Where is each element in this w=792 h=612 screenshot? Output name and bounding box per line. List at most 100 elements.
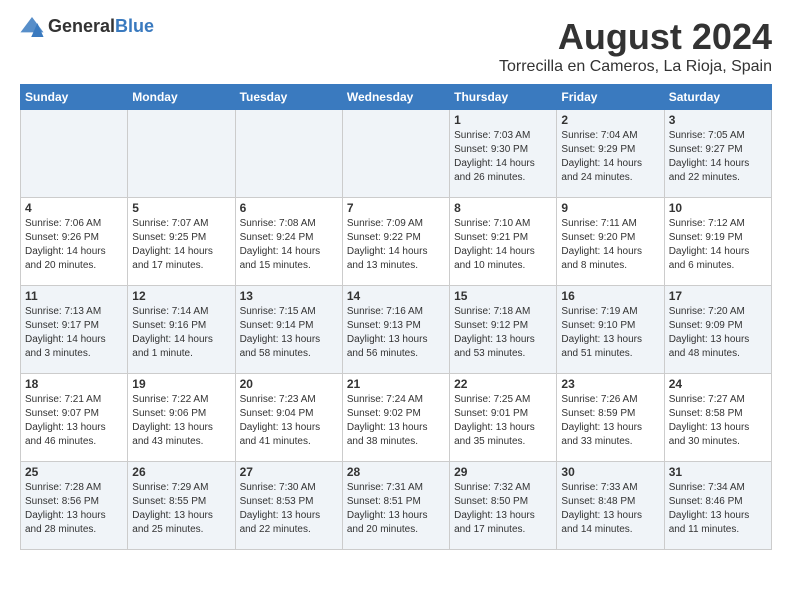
calendar-cell: 29 Sunrise: 7:32 AM Sunset: 8:50 PM Dayli… xyxy=(450,462,557,550)
day-info: Sunrise: 7:23 AM Sunset: 9:04 PM Dayligh… xyxy=(240,393,338,449)
day-number: 8 xyxy=(454,201,552,215)
day-info: Sunrise: 7:31 AM Sunset: 8:51 PM Dayligh… xyxy=(347,481,445,537)
days-of-week-row: SundayMondayTuesdayWednesdayThursdayFrid… xyxy=(21,85,772,110)
day-header-wednesday: Wednesday xyxy=(342,85,449,110)
day-info: Sunrise: 7:15 AM Sunset: 9:14 PM Dayligh… xyxy=(240,305,338,361)
day-info: Sunrise: 7:18 AM Sunset: 9:12 PM Dayligh… xyxy=(454,305,552,361)
day-number: 11 xyxy=(25,289,123,303)
calendar-cell: 18Sunrise: 7:21 AM Sunset: 9:07 PM Dayli… xyxy=(21,374,128,462)
day-info: Sunrise: 7:06 AM Sunset: 9:26 PM Dayligh… xyxy=(25,217,123,273)
calendar-cell: 11Sunrise: 7:13 AM Sunset: 9:17 PM Dayli… xyxy=(21,286,128,374)
day-number: 18 xyxy=(25,377,123,391)
day-info: Sunrise: 7:30 AM Sunset: 8:53 PM Dayligh… xyxy=(240,481,338,537)
day-number: 15 xyxy=(454,289,552,303)
calendar-cell: 14Sunrise: 7:16 AM Sunset: 9:13 PM Dayli… xyxy=(342,286,449,374)
calendar-cell: 12 Sunrise: 7:14 AM Sunset: 9:16 PM Dayli… xyxy=(128,286,235,374)
day-header-friday: Friday xyxy=(557,85,664,110)
day-info: Sunrise: 7:10 AM Sunset: 9:21 PM Dayligh… xyxy=(454,217,552,273)
logo: GeneralBlue xyxy=(20,16,154,37)
calendar-cell: 26Sunrise: 7:29 AM Sunset: 8:55 PM Dayli… xyxy=(128,462,235,550)
day-info: Sunrise: 7:19 AM Sunset: 9:10 PM Dayligh… xyxy=(561,305,659,361)
day-info: Sunrise: 7:25 AM Sunset: 9:01 PM Dayligh… xyxy=(454,393,552,449)
calendar-cell: 22 Sunrise: 7:25 AM Sunset: 9:01 PM Dayli… xyxy=(450,374,557,462)
day-info: Sunrise: 7:27 AM Sunset: 8:58 PM Dayligh… xyxy=(669,393,767,449)
week-row-3: 11Sunrise: 7:13 AM Sunset: 9:17 PM Dayli… xyxy=(21,286,772,374)
day-header-thursday: Thursday xyxy=(450,85,557,110)
week-row-4: 18Sunrise: 7:21 AM Sunset: 9:07 PM Dayli… xyxy=(21,374,772,462)
calendar-cell: 10Sunrise: 7:12 AM Sunset: 9:19 PM Dayli… xyxy=(664,198,771,286)
week-row-2: 4Sunrise: 7:06 AM Sunset: 9:26 PM Daylig… xyxy=(21,198,772,286)
day-number: 31 xyxy=(669,465,767,479)
day-info: Sunrise: 7:20 AM Sunset: 9:09 PM Dayligh… xyxy=(669,305,767,361)
calendar-cell: 24Sunrise: 7:27 AM Sunset: 8:58 PM Dayli… xyxy=(664,374,771,462)
calendar-cell: 3Sunrise: 7:05 AM Sunset: 9:27 PM Daylig… xyxy=(664,110,771,198)
calendar-cell: 13 Sunrise: 7:15 AM Sunset: 9:14 PM Dayli… xyxy=(235,286,342,374)
day-number: 26 xyxy=(132,465,230,479)
day-number: 13 xyxy=(240,289,338,303)
calendar-cell: 25 Sunrise: 7:28 AM Sunset: 8:56 PM Dayli… xyxy=(21,462,128,550)
calendar-cell: 15 Sunrise: 7:18 AM Sunset: 9:12 PM Dayli… xyxy=(450,286,557,374)
location: Torrecilla en Cameros, La Rioja, Spain xyxy=(499,58,772,76)
calendar-cell xyxy=(128,110,235,198)
day-header-tuesday: Tuesday xyxy=(235,85,342,110)
title-area: August 2024 Torrecilla en Cameros, La Ri… xyxy=(499,16,772,76)
day-info: Sunrise: 7:26 AM Sunset: 8:59 PM Dayligh… xyxy=(561,393,659,449)
day-number: 19 xyxy=(132,377,230,391)
calendar-header: SundayMondayTuesdayWednesdayThursdayFrid… xyxy=(21,85,772,110)
month-year: August 2024 xyxy=(499,16,772,58)
calendar-cell: 31Sunrise: 7:34 AM Sunset: 8:46 PM Dayli… xyxy=(664,462,771,550)
day-number: 20 xyxy=(240,377,338,391)
day-number: 12 xyxy=(132,289,230,303)
day-header-sunday: Sunday xyxy=(21,85,128,110)
calendar-cell: 20 Sunrise: 7:23 AM Sunset: 9:04 PM Dayli… xyxy=(235,374,342,462)
day-number: 1 xyxy=(454,113,552,127)
logo-blue: Blue xyxy=(115,16,154,36)
day-info: Sunrise: 7:22 AM Sunset: 9:06 PM Dayligh… xyxy=(132,393,230,449)
day-info: Sunrise: 7:05 AM Sunset: 9:27 PM Dayligh… xyxy=(669,129,767,185)
day-number: 23 xyxy=(561,377,659,391)
day-number: 30 xyxy=(561,465,659,479)
week-row-1: 1 Sunrise: 7:03 AM Sunset: 9:30 PM Daylig… xyxy=(21,110,772,198)
day-number: 29 xyxy=(454,465,552,479)
day-info: Sunrise: 7:28 AM Sunset: 8:56 PM Dayligh… xyxy=(25,481,123,537)
calendar-cell xyxy=(342,110,449,198)
day-number: 5 xyxy=(132,201,230,215)
day-number: 17 xyxy=(669,289,767,303)
calendar-cell: 30 Sunrise: 7:33 AM Sunset: 8:48 PM Dayli… xyxy=(557,462,664,550)
calendar-cell: 21Sunrise: 7:24 AM Sunset: 9:02 PM Dayli… xyxy=(342,374,449,462)
calendar-cell xyxy=(21,110,128,198)
day-number: 7 xyxy=(347,201,445,215)
logo-icon xyxy=(20,17,44,37)
day-number: 21 xyxy=(347,377,445,391)
week-row-5: 25 Sunrise: 7:28 AM Sunset: 8:56 PM Dayli… xyxy=(21,462,772,550)
day-info: Sunrise: 7:09 AM Sunset: 9:22 PM Dayligh… xyxy=(347,217,445,273)
header: GeneralBlue August 2024 Torrecilla en Ca… xyxy=(20,16,772,76)
day-number: 28 xyxy=(347,465,445,479)
day-number: 9 xyxy=(561,201,659,215)
calendar-cell: 7 Sunrise: 7:09 AM Sunset: 9:22 PM Daylig… xyxy=(342,198,449,286)
day-info: Sunrise: 7:32 AM Sunset: 8:50 PM Dayligh… xyxy=(454,481,552,537)
day-number: 22 xyxy=(454,377,552,391)
calendar-cell: 23 Sunrise: 7:26 AM Sunset: 8:59 PM Dayli… xyxy=(557,374,664,462)
day-number: 27 xyxy=(240,465,338,479)
day-number: 25 xyxy=(25,465,123,479)
day-info: Sunrise: 7:04 AM Sunset: 9:29 PM Dayligh… xyxy=(561,129,659,185)
day-info: Sunrise: 7:14 AM Sunset: 9:16 PM Dayligh… xyxy=(132,305,230,361)
day-info: Sunrise: 7:16 AM Sunset: 9:13 PM Dayligh… xyxy=(347,305,445,361)
calendar-cell: 19 Sunrise: 7:22 AM Sunset: 9:06 PM Dayli… xyxy=(128,374,235,462)
calendar-cell: 2 Sunrise: 7:04 AM Sunset: 9:29 PM Daylig… xyxy=(557,110,664,198)
calendar-table: SundayMondayTuesdayWednesdayThursdayFrid… xyxy=(20,84,772,550)
logo-general: General xyxy=(48,16,115,36)
day-info: Sunrise: 7:03 AM Sunset: 9:30 PM Dayligh… xyxy=(454,129,552,185)
calendar-cell: 27 Sunrise: 7:30 AM Sunset: 8:53 PM Dayli… xyxy=(235,462,342,550)
day-info: Sunrise: 7:33 AM Sunset: 8:48 PM Dayligh… xyxy=(561,481,659,537)
day-number: 2 xyxy=(561,113,659,127)
calendar-cell: 16 Sunrise: 7:19 AM Sunset: 9:10 PM Dayli… xyxy=(557,286,664,374)
calendar-cell: 17 Sunrise: 7:20 AM Sunset: 9:09 PM Dayli… xyxy=(664,286,771,374)
day-info: Sunrise: 7:12 AM Sunset: 9:19 PM Dayligh… xyxy=(669,217,767,273)
day-number: 16 xyxy=(561,289,659,303)
day-info: Sunrise: 7:11 AM Sunset: 9:20 PM Dayligh… xyxy=(561,217,659,273)
day-info: Sunrise: 7:07 AM Sunset: 9:25 PM Dayligh… xyxy=(132,217,230,273)
day-number: 6 xyxy=(240,201,338,215)
day-header-saturday: Saturday xyxy=(664,85,771,110)
